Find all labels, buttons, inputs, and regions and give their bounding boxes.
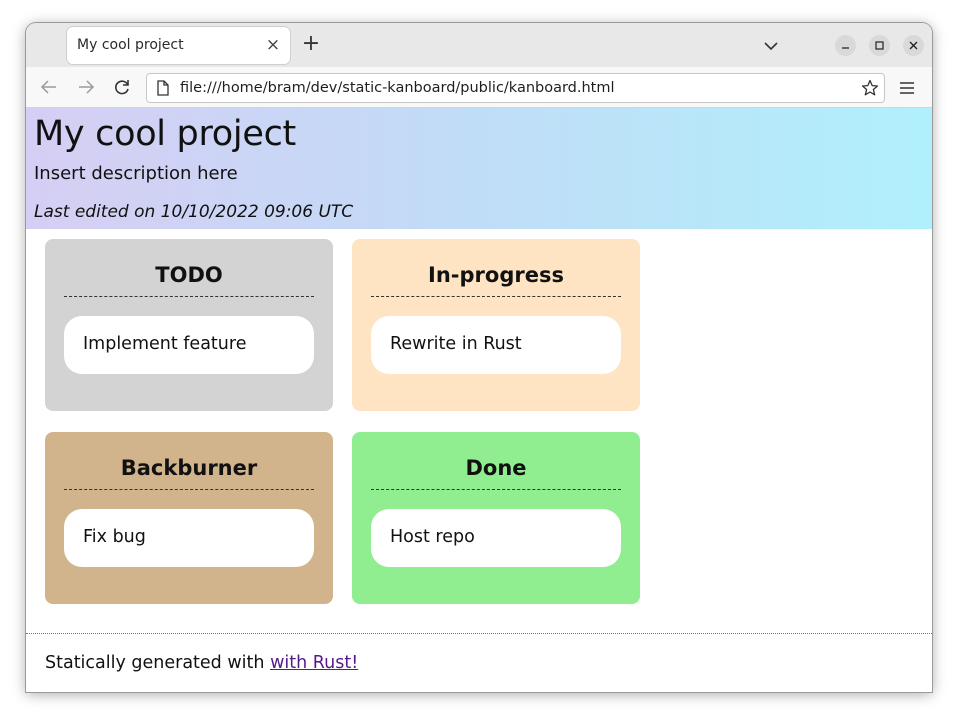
column-title: In-progress (371, 263, 621, 297)
project-description: Insert description here (34, 163, 238, 184)
arrow-left-icon[interactable] (39, 77, 59, 97)
project-header: My cool project Insert description here … (26, 108, 932, 229)
card[interactable]: Rewrite in Rust (371, 316, 621, 374)
column-done: Done Host repo (352, 432, 640, 604)
rust-link[interactable]: with Rust! (270, 653, 358, 673)
column-backburner: Backburner Fix bug (45, 432, 333, 604)
card[interactable]: Implement feature (64, 316, 314, 374)
footer-divider (26, 633, 932, 634)
new-tab-button[interactable]: + (300, 33, 322, 56)
close-window-button[interactable] (903, 35, 924, 56)
card[interactable]: Fix bug (64, 509, 314, 567)
reload-icon[interactable] (112, 77, 132, 97)
chevron-down-icon[interactable] (760, 35, 782, 57)
card-text: Rewrite in Rust (390, 334, 522, 354)
card-text: Host repo (390, 527, 475, 547)
page-title: My cool project (34, 114, 296, 154)
card-text: Fix bug (83, 527, 146, 547)
card-text: Implement feature (83, 334, 247, 354)
column-title: Backburner (64, 456, 314, 490)
footer-text: Statically generated with (45, 653, 271, 673)
address-bar[interactable]: file:///home/bram/dev/static-kanboard/pu… (146, 73, 885, 103)
browser-window: My cool project × + file:///home/bram/de… (26, 23, 932, 692)
navigation-bar: file:///home/bram/dev/static-kanboard/pu… (26, 67, 932, 108)
tab-strip: My cool project × + (26, 23, 932, 67)
last-edited-timestamp: Last edited on 10/10/2022 09:06 UTC (34, 202, 354, 222)
card[interactable]: Host repo (371, 509, 621, 567)
column-todo: TODO Implement feature (45, 239, 333, 411)
column-in-progress: In-progress Rewrite in Rust (352, 239, 640, 411)
footer: Statically generated with with Rust! (45, 653, 358, 673)
tab-title: My cool project (77, 37, 184, 53)
maximize-button[interactable] (869, 35, 890, 56)
page-content: My cool project Insert description here … (26, 108, 932, 692)
url-text[interactable]: file:///home/bram/dev/static-kanboard/pu… (180, 80, 615, 96)
close-tab-icon[interactable]: × (263, 35, 283, 55)
minimize-button[interactable] (835, 35, 856, 56)
arrow-right-icon[interactable] (76, 77, 96, 97)
file-icon (154, 79, 172, 97)
hamburger-menu-icon[interactable] (898, 79, 916, 97)
column-title: Done (371, 456, 621, 490)
star-icon[interactable] (861, 79, 879, 97)
column-title: TODO (64, 263, 314, 297)
tab-my-cool-project[interactable]: My cool project × (67, 27, 290, 64)
